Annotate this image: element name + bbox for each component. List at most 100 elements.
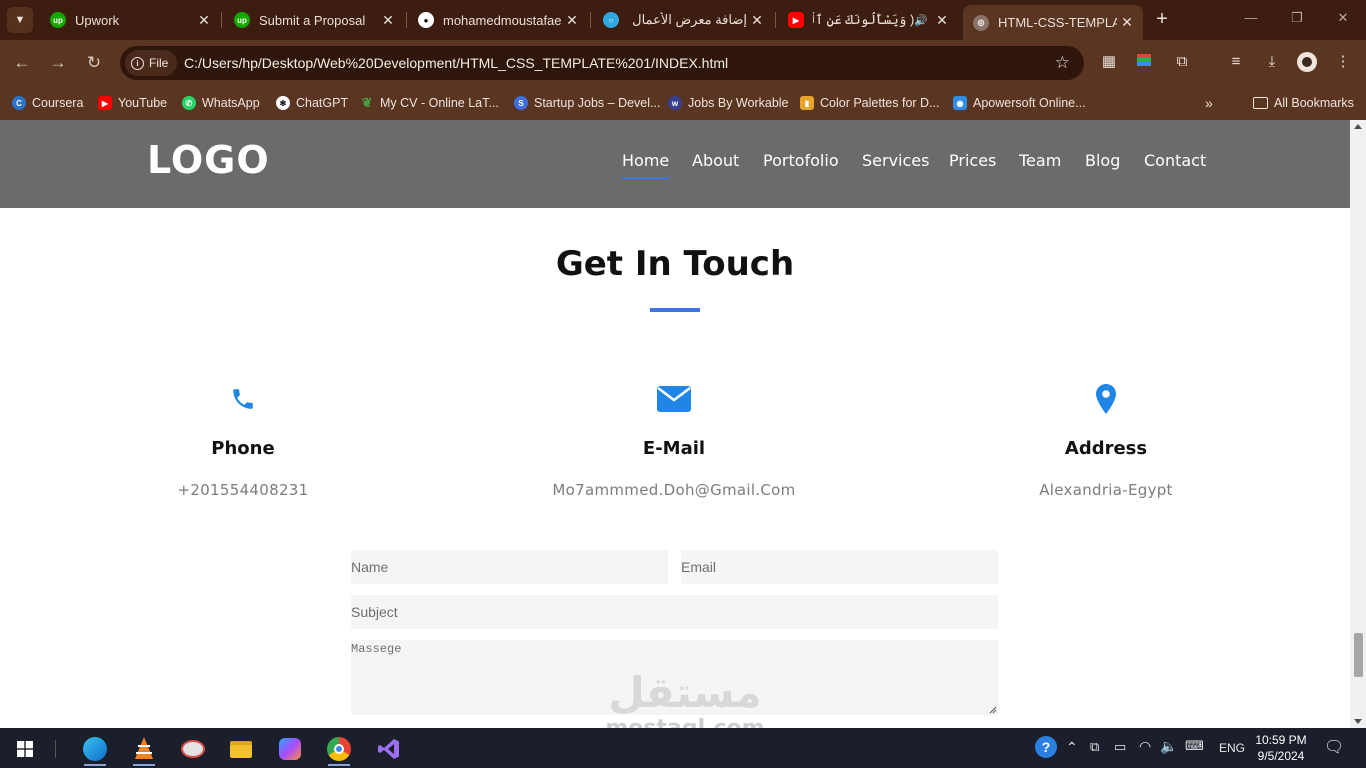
contact-value: Alexandria-Egypt [1039, 481, 1173, 499]
palette-icon: ▮ [800, 96, 814, 110]
phone-icon [93, 382, 393, 416]
download-icon[interactable]: ⤓ [1262, 52, 1282, 72]
scroll-up-arrow-icon[interactable] [1354, 124, 1362, 129]
bookmark-chatgpt[interactable]: ✻ ChatGPT [276, 93, 348, 113]
bookmark-youtube[interactable]: ▶ YouTube [98, 93, 167, 113]
page-scrollbar[interactable] [1350, 120, 1366, 728]
name-field[interactable]: Name [351, 550, 668, 584]
nav-about[interactable]: About [692, 151, 739, 170]
contact-title: Address [1064, 438, 1148, 459]
touch-keyboard-icon[interactable]: ⌨ [1185, 738, 1204, 754]
nav-contact[interactable]: Contact [1144, 151, 1206, 170]
watermark-arabic: مستقل [608, 668, 762, 717]
close-icon[interactable]: ✕ [747, 12, 767, 29]
tab-mostaql[interactable]: ○ إضافة معرض الأعمال ✕ [593, 5, 773, 35]
reload-icon[interactable]: ↻ [83, 52, 105, 74]
url-text[interactable]: C:/Users/hp/Desktop/Web%20Development/HT… [184, 55, 728, 71]
chatgpt-icon: ✻ [276, 96, 290, 110]
tab-html-css-template[interactable]: ◎ HTML-CSS-TEMPLATE ✕ [963, 5, 1143, 40]
nav-portofolio[interactable]: Portofolio [763, 151, 839, 170]
nav-prices[interactable]: Prices [949, 151, 996, 170]
bookmarks-bar: C Coursera ▶ YouTube ✆ WhatsApp ✻ ChatGPT ❦ M… [0, 86, 1366, 120]
address-bar[interactable]: i File C:/Users/hp/Desktop/Web%20Develop… [120, 46, 1084, 80]
chrome-icon[interactable] [320, 732, 358, 766]
bookmark-whatsapp[interactable]: ✆ WhatsApp [182, 93, 260, 113]
forward-arrow-icon[interactable]: → [47, 52, 69, 74]
window-close-icon[interactable]: ✕ [1333, 10, 1353, 26]
windows-start-icon[interactable] [6, 732, 44, 766]
wifi-icon[interactable]: ◠ [1139, 738, 1151, 755]
minimize-icon[interactable]: — [1241, 10, 1261, 25]
tab-search-button[interactable]: ▼ [7, 7, 33, 33]
browser-tab-strip: ▼ up Upwork ✕ up Submit a Proposal ✕ ● m… [0, 0, 1366, 40]
youtube-icon: ▶ [788, 12, 804, 28]
email-field[interactable]: Email [681, 550, 998, 584]
close-icon[interactable]: ✕ [378, 12, 398, 29]
tab-title: ( وَيَسْأَلُونَكَ عَنِ ٱلْجِ [813, 12, 915, 27]
tab-title: Upwork [75, 12, 120, 28]
bookmark-apowersoft[interactable]: ◉ Apowersoft Online... [953, 93, 1086, 113]
tab-submit-proposal[interactable]: up Submit a Proposal ✕ [224, 5, 404, 35]
new-tab-button[interactable]: + [1151, 9, 1173, 31]
bookmark-color-palettes[interactable]: ▮ Color Palettes for D... [800, 93, 940, 113]
volume-icon[interactable]: 🔈 [1160, 738, 1177, 755]
info-icon: i [131, 56, 144, 70]
nav-services[interactable]: Services [862, 151, 929, 170]
help-icon[interactable]: ? [1035, 736, 1057, 758]
clock-date: 9/5/2024 [1257, 749, 1305, 763]
restore-icon[interactable]: ❐ [1287, 10, 1307, 26]
battery-icon[interactable]: ▭ [1114, 739, 1126, 755]
bookmark-star-icon[interactable]: ☆ [1055, 53, 1070, 73]
close-icon[interactable]: ✕ [194, 12, 214, 29]
site-logo[interactable]: LOGO [147, 138, 270, 182]
language-indicator[interactable]: ENG [1219, 741, 1245, 755]
bookmark-startup-jobs[interactable]: S Startup Jobs – Devel... [514, 93, 660, 113]
nav-blog[interactable]: Blog [1085, 151, 1120, 170]
extensions-puzzle-icon[interactable]: ⧉ [1172, 52, 1192, 72]
copilot-icon[interactable] [271, 732, 309, 766]
close-icon[interactable]: ✕ [932, 12, 952, 29]
close-icon[interactable]: ✕ [1117, 14, 1137, 31]
scroll-down-arrow-icon[interactable] [1354, 719, 1362, 724]
qr-code-extension-icon[interactable]: ▦ [1099, 52, 1119, 72]
tab-title: Submit a Proposal [259, 12, 366, 28]
meet-now-icon[interactable]: ⧉ [1090, 739, 1099, 755]
folder-icon [1253, 97, 1268, 109]
startup-jobs-icon: S [514, 96, 528, 110]
color-extension-icon[interactable] [1134, 52, 1154, 72]
file-explorer-icon[interactable] [222, 732, 260, 766]
resize-handle-icon[interactable] [989, 706, 997, 714]
bookmark-coursera[interactable]: C Coursera [12, 93, 83, 113]
tray-expand-chevron-icon[interactable]: ⌃ [1066, 739, 1078, 756]
nav-home[interactable]: Home [622, 151, 670, 179]
tab-title: mohamedmoustafaeg [443, 12, 562, 28]
close-icon[interactable]: ✕ [562, 12, 582, 29]
visual-studio-icon[interactable] [370, 732, 408, 766]
more-bookmarks-chevron-icon[interactable]: » [1205, 93, 1213, 113]
notifications-icon[interactable]: 🗨 [1324, 737, 1344, 757]
workable-icon: w [668, 96, 682, 110]
media-control-icon[interactable]: ≡ [1226, 52, 1246, 72]
edge-icon[interactable] [76, 732, 114, 766]
system-clock[interactable]: 10:59 PM 9/5/2024 [1250, 732, 1312, 764]
profile-avatar[interactable] [1297, 52, 1317, 72]
all-bookmarks-folder[interactable]: All Bookmarks [1253, 93, 1354, 113]
tab-youtube[interactable]: ▶ ( وَيَسْأَلُونَكَ عَنِ ٱلْجِ 🔊 ✕ [778, 5, 958, 35]
mostaql-icon: ○ [603, 12, 619, 28]
bookmark-overleaf[interactable]: ❦ My CV - Online LaT... [360, 93, 499, 113]
tab-upwork[interactable]: up Upwork ✕ [40, 5, 220, 35]
bookmark-workable[interactable]: w Jobs By Workable [668, 93, 789, 113]
paint-icon[interactable] [174, 732, 212, 766]
tab-github[interactable]: ● mohamedmoustafaeg ✕ [408, 5, 588, 35]
whatsapp-icon: ✆ [182, 96, 196, 110]
vlc-icon[interactable] [125, 732, 163, 766]
browser-menu-icon[interactable]: ⋮ [1333, 52, 1353, 72]
section-title: Get In Touch [555, 244, 795, 284]
scrollbar-thumb[interactable] [1354, 633, 1363, 677]
site-info-chip[interactable]: i File [125, 50, 177, 76]
nav-team[interactable]: Team [1019, 151, 1061, 170]
back-arrow-icon[interactable]: ← [11, 52, 33, 74]
subject-field[interactable]: Subject [351, 595, 998, 629]
contact-email: E-Mail Mo7ammmed.Doh@Gmail.Com [524, 382, 824, 499]
speaker-icon[interactable]: 🔊 [914, 14, 928, 27]
